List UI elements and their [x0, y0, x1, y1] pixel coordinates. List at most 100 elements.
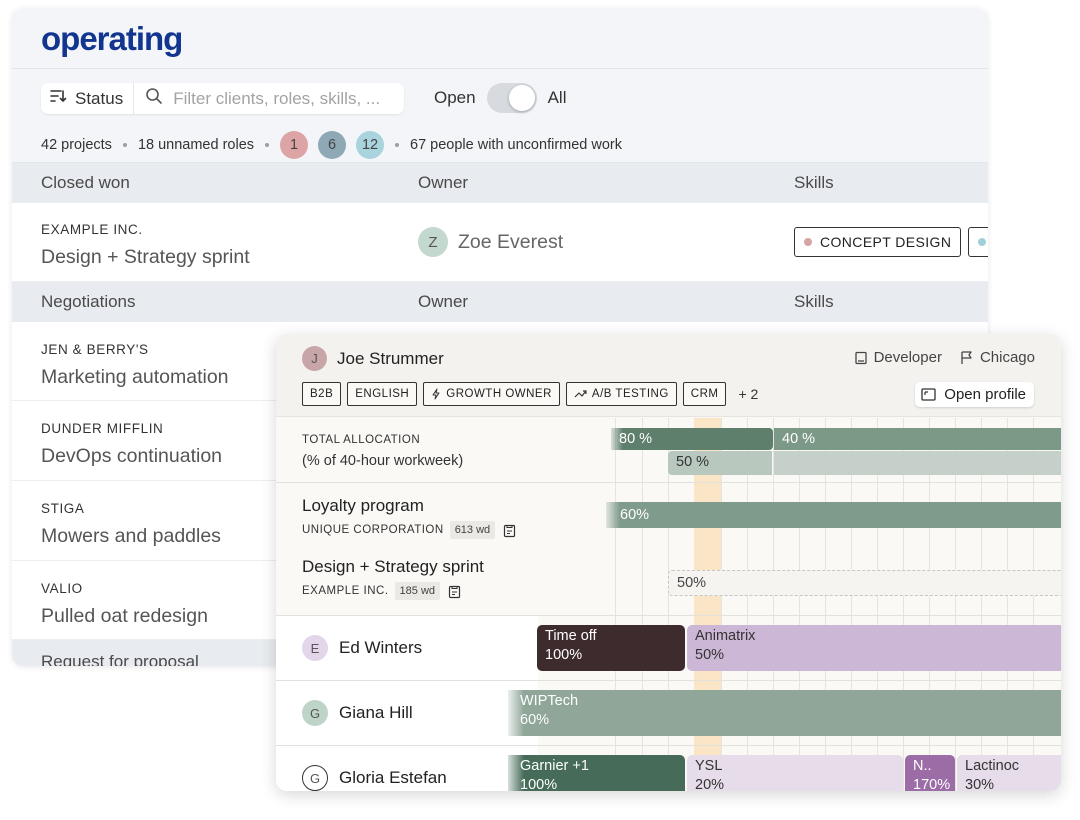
avatar: E [302, 635, 328, 661]
allocation-bar[interactable]: 40 % [774, 428, 1061, 450]
allocation-bar[interactable]: 50 % [668, 451, 772, 475]
tag[interactable]: B2B [302, 382, 342, 406]
person-name: Gloria Estefan [339, 768, 447, 787]
tag[interactable]: A/B TESTING [565, 382, 677, 406]
booking-bar[interactable]: Animatrix 50% [687, 625, 1061, 671]
bar-title: N.. [913, 758, 932, 774]
skill-dot [978, 238, 986, 246]
role-label: Developer [873, 349, 942, 366]
avatar: G [302, 765, 328, 791]
bar-percent: 20% [695, 777, 725, 791]
client-name: DUNDER MIFFLIN [41, 421, 164, 436]
more-tags[interactable]: + 2 [738, 386, 758, 402]
project-name: Design + Strategy sprint [41, 246, 250, 268]
allocation-timeline: TOTAL ALLOCATION (% of 40-hour workweek)… [276, 418, 1061, 791]
owner-column-header: Owner [418, 173, 469, 192]
skill-tag[interactable] [968, 227, 988, 257]
filter-bar: Status [41, 83, 404, 114]
toolbar: Status Open All 42 projects 18 unnamed r… [12, 69, 988, 163]
separator-dot [395, 143, 400, 147]
allocation-bar[interactable]: 80 % [611, 428, 773, 450]
assignment-meta: EXAMPLE INC. 185 wd [302, 582, 461, 600]
open-all-toggle[interactable] [486, 83, 537, 113]
skill-dot [804, 238, 812, 246]
assignment-meta: UNIQUE CORPORATION 613 wd [302, 521, 516, 539]
bar-title: Time off [545, 628, 597, 644]
bar-label: 50% [677, 575, 707, 591]
person-name: Giana Hill [339, 703, 413, 722]
tag[interactable]: CRM [682, 382, 727, 406]
person-identity: J Joe Strummer [302, 346, 444, 371]
skills-column-header: Skills [794, 173, 834, 192]
booking-bar[interactable]: Time off 100% [537, 625, 685, 671]
bar-title: Garnier +1 [520, 758, 589, 774]
app-logo: operating [41, 20, 183, 57]
person-row-gloria-estefan[interactable]: G Gloria Estefan [302, 765, 447, 791]
open-profile-button[interactable]: Open profile [915, 382, 1034, 407]
bolt-icon [432, 388, 440, 400]
location: Chicago [960, 349, 1035, 366]
tag[interactable]: GROWTH OWNER [423, 382, 560, 406]
person-meta: Developer Chicago [854, 349, 1035, 366]
bar-percent: 50% [695, 647, 725, 663]
expand-icon [921, 388, 936, 401]
search-box [134, 87, 404, 110]
count-badge[interactable]: 1 [280, 131, 309, 159]
booking-bar[interactable]: YSL 20% [687, 755, 903, 791]
booking-bar[interactable]: Lactinoc 30% [957, 755, 1061, 791]
open-profile-label: Open profile [944, 386, 1026, 403]
booking-bar[interactable]: Garnier +1 100% [508, 755, 685, 791]
booking-bar[interactable]: WIPTech 60% [508, 690, 1061, 736]
section-title: Negotiations [41, 292, 136, 311]
allocation-bar[interactable] [774, 451, 1061, 475]
status-filter-button[interactable]: Status [41, 83, 135, 114]
assignment-client: EXAMPLE INC. [302, 585, 389, 597]
total-allocation-label: TOTAL ALLOCATION [302, 434, 421, 446]
status-label: Status [75, 88, 124, 108]
person-tags: B2B ENGLISH GROWTH OWNER A/B TESTING CRM… [302, 382, 758, 406]
trend-up-icon [574, 390, 587, 398]
assignment-name: Loyalty program [302, 496, 424, 515]
project-name: Marketing automation [41, 366, 229, 388]
person-row-ed-winters[interactable]: E Ed Winters [302, 635, 422, 661]
count-badge[interactable]: 6 [318, 131, 347, 159]
tag[interactable]: ENGLISH [347, 382, 418, 406]
bar-label: 40 % [782, 431, 816, 447]
person-name: Ed Winters [339, 638, 423, 657]
avatar: G [302, 700, 328, 726]
avatar: Z [418, 227, 448, 257]
project-name: Mowers and paddles [41, 525, 221, 547]
open-all-toggle-group: Open All [434, 83, 567, 113]
tag-label: GROWTH OWNER [446, 388, 552, 400]
client-name: STIGA [41, 501, 85, 516]
separator-dot [265, 143, 270, 147]
tag-label: A/B TESTING [591, 388, 669, 400]
toggle-all-label: All [547, 88, 567, 107]
search-input[interactable] [173, 88, 394, 109]
workdays-badge: 613 wd [449, 521, 496, 539]
assignment-bar[interactable]: 60% [606, 502, 1061, 528]
person-row-giana-hill[interactable]: G Giana Hill [302, 700, 413, 726]
flag-icon [961, 351, 972, 364]
unnamed-roles-count[interactable]: 18 unnamed roles [138, 137, 254, 153]
bar-percent: 30% [965, 777, 995, 791]
projects-count[interactable]: 42 projects [41, 137, 112, 153]
clipboard-icon [504, 524, 516, 537]
sort-icon [49, 88, 67, 109]
skill-label: CONCEPT DESIGN [820, 234, 952, 250]
laptop-icon [854, 351, 867, 364]
bar-percent: 100% [520, 777, 558, 791]
project-row[interactable]: EXAMPLE INC. Design + Strategy sprint Z … [12, 203, 988, 282]
search-icon [145, 87, 163, 110]
assignment-bar-tentative[interactable]: 50% [668, 570, 1061, 596]
row-divider [276, 482, 1061, 483]
bar-title: YSL [695, 758, 723, 774]
count-badge[interactable]: 12 [356, 131, 385, 159]
booking-bar[interactable]: N.. 170% [905, 755, 955, 791]
skill-tag[interactable]: CONCEPT DESIGN [794, 227, 962, 257]
summary-row: 42 projects 18 unnamed roles 1 6 12 67 p… [41, 131, 622, 159]
clipboard-icon [448, 585, 461, 598]
project-name: DevOps continuation [41, 445, 223, 467]
unconfirmed-count[interactable]: 67 people with unconfirmed work [410, 137, 622, 153]
bar-title: Animatrix [695, 628, 756, 644]
